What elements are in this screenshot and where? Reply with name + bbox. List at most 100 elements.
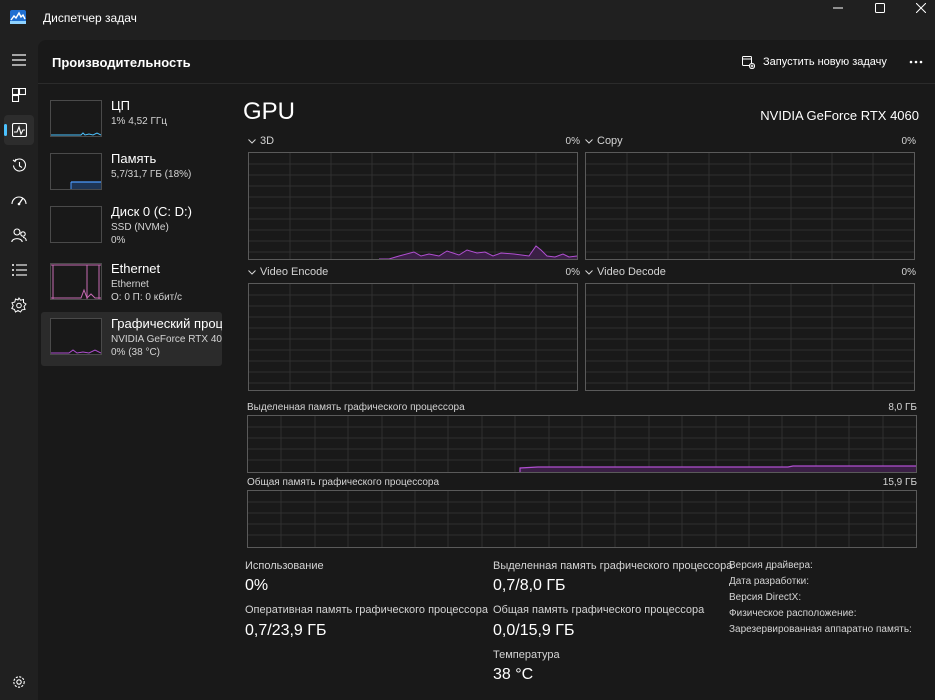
title-bar: Диспетчер задач [0, 0, 935, 40]
engine-label: Video Decode [597, 266, 666, 278]
maximize-icon [875, 3, 885, 13]
processes-icon [12, 88, 26, 102]
run-new-task-button[interactable]: Запустить новую задачу [742, 53, 887, 71]
device-item-memory[interactable]: Память 5,7/31,7 ГБ (18%) [41, 147, 222, 201]
shared-memory-max: 15,9 ГБ [882, 477, 917, 488]
device-detail: SSD (NVMe) [111, 222, 169, 233]
services-icon [11, 297, 27, 313]
engine-graph-copy-plot [586, 153, 914, 259]
usage-value: 0% [245, 577, 269, 594]
directx-version-label: Версия DirectX: [729, 592, 802, 603]
device-name: Диск 0 (C: D:) [111, 204, 192, 219]
rail-item-users[interactable] [4, 220, 34, 250]
memory-thumbnail [50, 153, 102, 190]
device-item-gpu[interactable]: Графический процессор 0 NVIDIA GeForce R… [41, 312, 222, 366]
chevron-down-icon [585, 269, 593, 275]
engine-selector-copy[interactable]: Copy [585, 135, 623, 147]
dedicated-memory-max: 8,0 ГБ [888, 402, 917, 413]
engine-graph-3d-plot [249, 153, 577, 259]
hamburger-icon [12, 54, 26, 66]
device-name: ЦП [111, 98, 130, 113]
app-history-icon [12, 157, 26, 171]
engine-graph-copy [585, 152, 915, 260]
temperature-label: Температура [493, 649, 560, 661]
gpu-thumbnail [50, 318, 102, 355]
engine-graph-video-encode-plot [249, 284, 577, 390]
gpu-title: GPU [243, 98, 296, 125]
ethernet-thumbnail [50, 263, 102, 300]
gpu-ram-value: 0,7/23,9 ГБ [245, 622, 327, 639]
device-item-disk[interactable]: Диск 0 (C: D:) SSD (NVMe) 0% [41, 200, 222, 254]
engine-graph-video-decode [585, 283, 915, 391]
device-item-cpu[interactable]: ЦП 1% 4,52 ГГц [41, 94, 222, 148]
performance-icon [11, 123, 27, 137]
engine-label: Copy [597, 135, 623, 147]
engine-graph-video-decode-plot [586, 284, 914, 390]
rail-item-settings[interactable] [4, 667, 34, 697]
engine-graph-3d [248, 152, 578, 260]
engine-pct: 0% [901, 136, 916, 147]
details-icon [11, 264, 27, 276]
main-panel: Производительность Запустить новую задач… [38, 40, 935, 700]
maximize-button[interactable] [857, 0, 903, 16]
gpu-ram-label: Оперативная память графического процессо… [245, 604, 489, 616]
rail-item-processes[interactable] [4, 80, 34, 110]
shared-memory-graph [247, 490, 917, 548]
rail-item-performance[interactable] [4, 115, 34, 145]
page-title: Производительность [52, 55, 191, 70]
engine-selector-video-encode[interactable]: Video Encode [248, 266, 328, 278]
more-options-button[interactable] [906, 54, 926, 70]
shared-memory-label: Общая память графического процессора [247, 477, 440, 488]
dedicated-memory-graph [247, 415, 917, 473]
users-icon [11, 227, 27, 242]
device-detail: Ethernet [111, 279, 149, 290]
window-title: Диспетчер задач [43, 11, 137, 25]
engine-pct: 0% [565, 267, 580, 278]
dedicated-memory-stat-label: Выделенная память графического процессор… [493, 560, 733, 572]
usage-label: Использование [245, 560, 324, 572]
startup-icon [11, 196, 27, 206]
shared-memory-plot [248, 491, 916, 547]
temperature-value: 38 °C [493, 666, 534, 683]
engine-label: 3D [260, 135, 275, 147]
device-item-ethernet[interactable]: Ethernet Ethernet О: 0 П: 0 кбит/с [41, 257, 222, 311]
device-name: Память [111, 151, 157, 166]
minimize-icon [833, 7, 843, 9]
cpu-thumbnail [50, 100, 102, 137]
driver-version-label: Версия драйвера: [729, 560, 813, 571]
device-detail: 1% 4,52 ГГц [111, 116, 168, 127]
hamburger-menu-button[interactable] [4, 45, 34, 75]
close-icon [916, 3, 926, 13]
rail-item-app-history[interactable] [4, 150, 34, 180]
device-name: Ethernet [111, 261, 161, 276]
dedicated-memory-label: Выделенная память графического процессор… [247, 402, 465, 413]
device-usage: 0% [111, 235, 126, 246]
settings-icon [13, 676, 25, 688]
rail-item-details[interactable] [4, 255, 34, 285]
minimize-button[interactable] [815, 0, 861, 16]
task-manager-app-icon [10, 10, 26, 24]
engine-pct: 0% [565, 136, 580, 147]
dedicated-memory-plot [248, 416, 916, 472]
close-button[interactable] [898, 0, 935, 16]
more-icon [909, 60, 923, 64]
engine-pct: 0% [901, 267, 916, 278]
driver-date-label: Дата разработки: [729, 576, 810, 587]
disk-thumbnail [50, 206, 102, 243]
engine-graph-video-encode [248, 283, 578, 391]
engine-selector-3d[interactable]: 3D [248, 135, 274, 147]
gpu-thumbnail-graph [51, 349, 101, 354]
shared-memory-stat-label: Общая память графического процессора [493, 604, 705, 616]
engine-label: Video Encode [260, 266, 329, 278]
engine-selector-video-decode[interactable]: Video Decode [585, 266, 666, 278]
shared-memory-stat-value: 0,0/15,9 ГБ [493, 622, 575, 639]
run-new-task-label: Запустить новую задачу [763, 56, 887, 68]
device-detail: 5,7/31,7 ГБ (18%) [111, 169, 192, 180]
rail-item-services[interactable] [4, 290, 34, 320]
chevron-down-icon [248, 138, 256, 144]
device-throughput: О: 0 П: 0 кбит/с [111, 292, 183, 303]
device-usage: 0% (38 °C) [111, 347, 161, 358]
device-detail: NVIDIA GeForce RTX 4060 [111, 334, 222, 345]
rail-item-startup[interactable] [4, 185, 34, 215]
memory-thumbnail-graph [70, 181, 101, 189]
